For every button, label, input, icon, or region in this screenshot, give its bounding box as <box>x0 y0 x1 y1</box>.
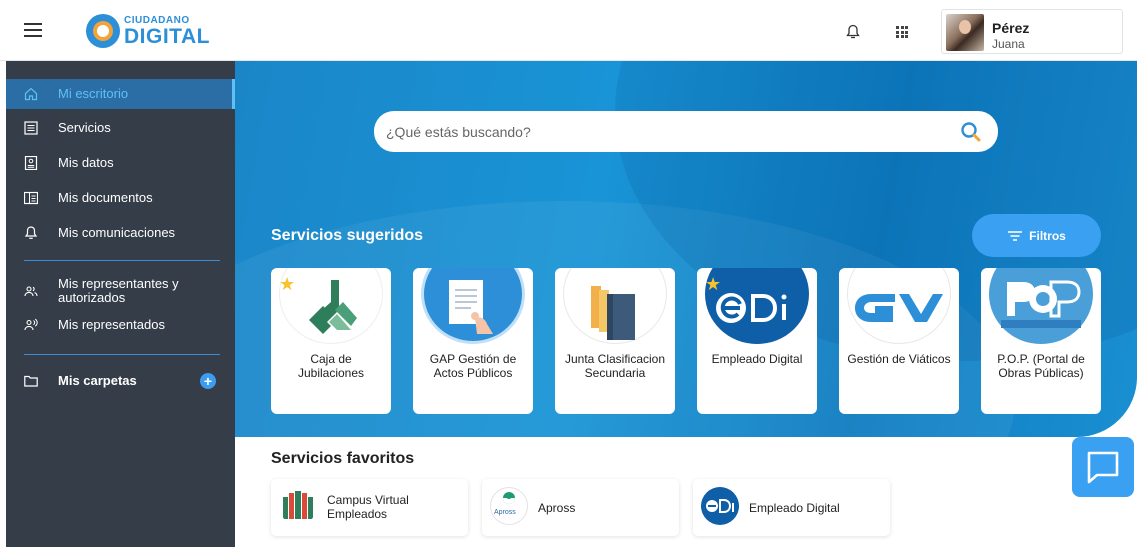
person-speaking-icon <box>24 318 38 331</box>
document-icon <box>24 191 38 205</box>
id-card-icon <box>24 156 38 170</box>
service-card-pop[interactable]: P.O.P. (Portal de Obras Públicas) <box>981 268 1101 414</box>
empleado-digital-logo <box>701 487 739 525</box>
favorite-card-label: Apross <box>538 501 576 515</box>
sidebar-item-label: Mis documentos <box>58 190 153 205</box>
gap-document-logo <box>449 280 493 334</box>
sidebar-item-mis-representados[interactable]: Mis representados <box>6 310 235 340</box>
service-card-label: P.O.P. (Portal de Obras Públicas) <box>997 352 1085 380</box>
suggested-services-title: Servicios sugeridos <box>271 227 424 244</box>
user-profile-box[interactable]: Pérez Juana <box>941 9 1123 54</box>
gestion-viaticos-logo <box>855 294 943 322</box>
apps-grid-icon[interactable] <box>896 26 908 38</box>
sidebar-item-servicios[interactable]: Servicios <box>6 113 235 143</box>
service-card-junta-clasificacion[interactable]: Junta Clasificacion Secundaria <box>555 268 675 414</box>
apross-logo-text: Apross <box>494 509 516 516</box>
service-card-label: Empleado Digital <box>711 352 803 366</box>
logo-text-bottom: DIGITAL <box>124 24 210 48</box>
sidebar-item-mis-representantes[interactable]: Mis representantes y autorizados <box>6 276 235 306</box>
pop-logo <box>1001 280 1081 328</box>
search-icon[interactable] <box>960 121 982 143</box>
user-last-name: Pérez <box>992 20 1030 36</box>
service-card-gestion-viaticos[interactable]: Gestión de Viáticos <box>839 268 959 414</box>
top-header: CIUDADANO DIGITAL Pérez Juana <box>0 0 1137 61</box>
sidebar-item-mis-documentos[interactable]: Mis documentos <box>6 183 235 213</box>
sidebar-item-label: Mis representados <box>58 317 165 332</box>
favorite-card-label: Empleado Digital <box>749 501 840 515</box>
sidebar-item-label: Mi escritorio <box>58 86 129 101</box>
list-icon <box>24 121 38 135</box>
sidebar-item-mis-comunicaciones[interactable]: Mis comunicaciones <box>6 218 235 248</box>
sidebar-item-label: Mis datos <box>58 155 114 170</box>
sidebar: Mi escritorio Servicios Mis datos Mis do… <box>6 61 235 547</box>
avatar <box>946 14 984 51</box>
favorite-star-icon[interactable]: ★ <box>279 274 295 295</box>
notifications-bell-icon[interactable] <box>846 24 860 40</box>
service-card-label: Caja de Jubilaciones <box>297 352 365 380</box>
sidebar-item-label: Mis representantes y autorizados <box>58 276 179 305</box>
sidebar-item-label: Mis carpetas <box>58 373 137 388</box>
caja-jubilaciones-logo <box>309 280 357 334</box>
filters-label: Filtros <box>1029 228 1066 243</box>
home-icon <box>24 87 38 101</box>
menu-icon[interactable] <box>24 23 42 37</box>
add-folder-button[interactable]: + <box>200 373 216 389</box>
campus-virtual-logo <box>283 491 313 519</box>
search-bar[interactable] <box>374 111 998 152</box>
favorite-star-icon[interactable]: ★ <box>705 274 721 295</box>
favorite-card-label: Campus Virtual Empleados <box>327 493 409 521</box>
favorite-card-campus-virtual[interactable]: Campus Virtual Empleados <box>271 479 468 536</box>
bell-icon <box>24 226 38 239</box>
sidebar-item-mis-carpetas[interactable]: Mis carpetas + <box>6 366 235 396</box>
filter-icon <box>1008 230 1023 241</box>
user-first-name: Juana <box>992 37 1025 51</box>
ciudadano-digital-logo[interactable]: CIUDADANO DIGITAL <box>86 14 210 48</box>
search-input[interactable] <box>386 121 946 143</box>
sidebar-item-mis-datos[interactable]: Mis datos <box>6 148 235 178</box>
folder-icon <box>24 375 38 387</box>
logo-mark <box>86 14 120 48</box>
books-logo <box>591 286 635 340</box>
empleado-digital-logo <box>716 293 787 323</box>
service-card-label: Gestión de Viáticos <box>847 352 951 366</box>
chat-button[interactable] <box>1072 437 1134 497</box>
service-card-caja-jubilaciones[interactable]: ★ Caja de Jubilaciones <box>271 268 391 414</box>
service-card-empleado-digital[interactable]: ★ Empleado Digital <box>697 268 817 414</box>
sidebar-item-label: Servicios <box>58 120 111 135</box>
sidebar-item-mi-escritorio[interactable]: Mi escritorio <box>6 79 235 109</box>
people-icon <box>24 286 38 297</box>
sidebar-divider <box>24 260 220 261</box>
favorite-services-title: Servicios favoritos <box>271 450 415 467</box>
favorite-card-apross[interactable]: Apross Apross <box>482 479 679 536</box>
service-card-label: Junta Clasificacion Secundaria <box>564 352 666 380</box>
filters-button[interactable]: Filtros <box>972 214 1101 257</box>
sidebar-divider <box>24 354 220 355</box>
sidebar-item-label: Mis comunicaciones <box>58 225 176 240</box>
logo-text-top: CIUDADANO <box>124 14 190 26</box>
service-card-label: GAP Gestión de Actos Públicos <box>429 352 517 380</box>
chat-bubble-icon <box>1087 451 1119 484</box>
apross-logo: Apross <box>490 487 528 525</box>
favorite-card-empleado-digital[interactable]: Empleado Digital <box>693 479 890 536</box>
service-card-gap[interactable]: GAP Gestión de Actos Públicos <box>413 268 533 414</box>
